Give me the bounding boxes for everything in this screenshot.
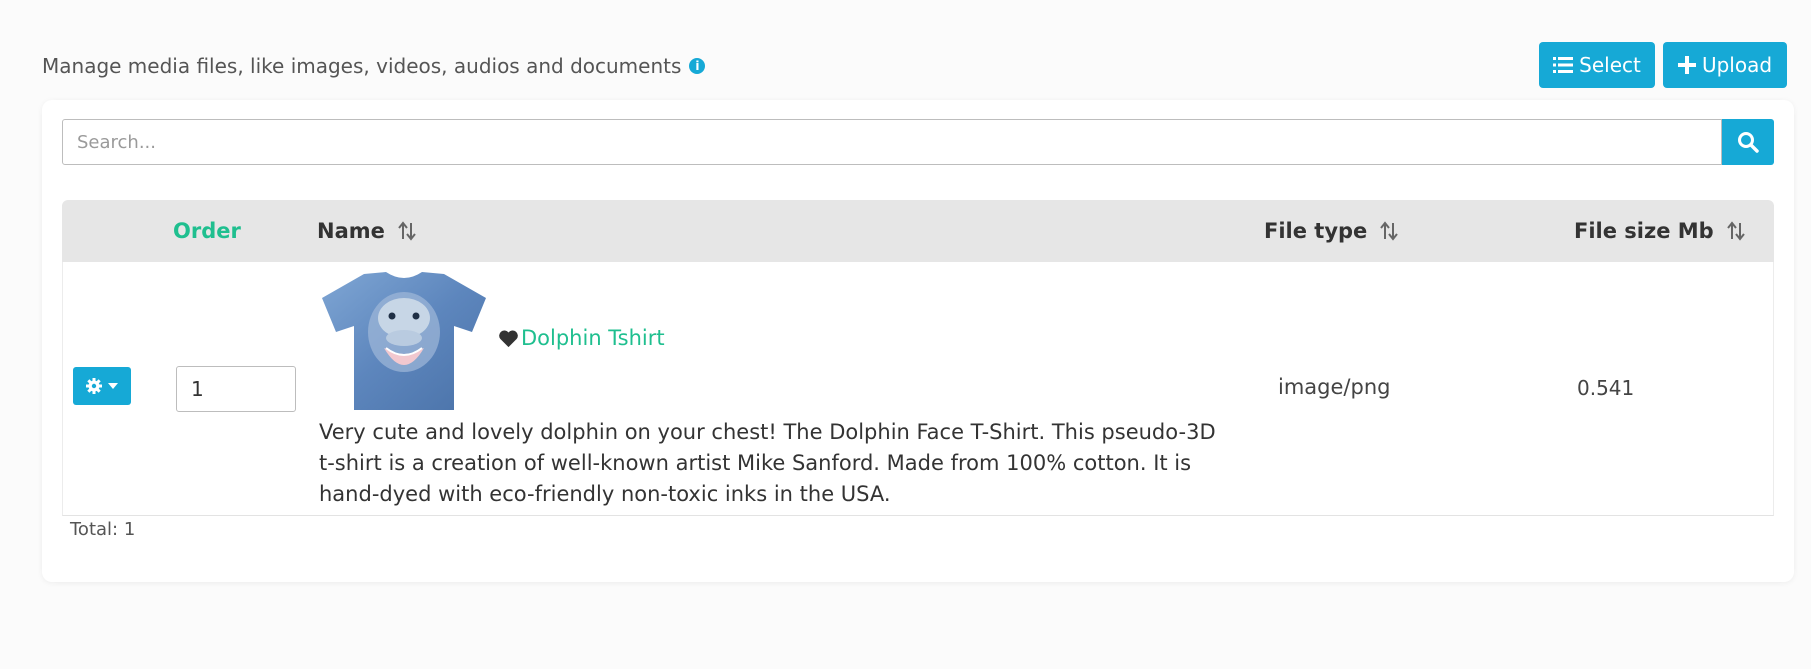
- total-count: Total: 1: [70, 519, 136, 540]
- column-header-name[interactable]: Name: [317, 200, 417, 262]
- search-button[interactable]: [1722, 119, 1774, 165]
- select-button-label: Select: [1579, 53, 1641, 77]
- sort-icon[interactable]: [1726, 220, 1746, 242]
- upload-button-label: Upload: [1701, 53, 1773, 77]
- gear-icon: [86, 378, 102, 394]
- select-button[interactable]: Select: [1539, 42, 1655, 88]
- file-size-cell: 0.541: [1577, 376, 1635, 400]
- column-header-order-label: Order: [173, 219, 241, 243]
- media-thumbnail[interactable]: [320, 270, 488, 412]
- upload-button[interactable]: Upload: [1663, 42, 1787, 88]
- search-input[interactable]: [62, 119, 1722, 165]
- heart-icon[interactable]: [498, 329, 519, 348]
- plus-icon: [1677, 56, 1696, 74]
- column-header-file-type[interactable]: File type: [1264, 200, 1399, 262]
- media-description: Very cute and lovely dolphin on your che…: [319, 420, 1216, 506]
- file-type-cell: image/png: [1278, 375, 1391, 399]
- media-name-link[interactable]: Dolphin Tshirt: [498, 326, 665, 350]
- table-header: Order Name File type File size Mb: [62, 200, 1774, 262]
- media-name: Dolphin Tshirt: [521, 326, 665, 350]
- page-description-text: Manage media files, like images, videos,…: [42, 54, 682, 78]
- column-header-file-type-label: File type: [1264, 219, 1368, 243]
- column-header-file-size[interactable]: File size Mb: [1574, 200, 1746, 262]
- column-header-order[interactable]: Order: [173, 200, 241, 262]
- row-actions-button[interactable]: [73, 367, 131, 405]
- sort-icon[interactable]: [1379, 220, 1399, 242]
- search-icon: [1738, 132, 1759, 153]
- sort-icon[interactable]: [397, 220, 417, 242]
- info-icon[interactable]: i: [689, 58, 706, 74]
- column-header-name-label: Name: [317, 219, 385, 243]
- media-manager-page: Manage media files, like images, videos,…: [0, 0, 1811, 669]
- chevron-down-icon: [108, 383, 118, 389]
- column-header-file-size-label: File size Mb: [1574, 219, 1714, 243]
- page-description: Manage media files, like images, videos,…: [42, 54, 706, 78]
- order-input[interactable]: [176, 366, 296, 412]
- list-icon: [1553, 57, 1574, 73]
